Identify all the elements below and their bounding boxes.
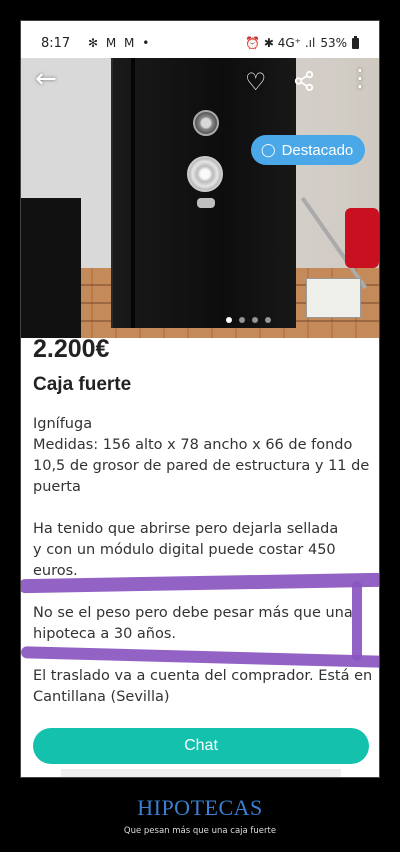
description-paragraph: El traslado va a cuenta del comprador. E…: [33, 666, 373, 708]
description-line: puerta: [33, 479, 81, 495]
carousel-dot[interactable]: [252, 317, 258, 323]
description-paragraph: Ha tenido que abrirse pero dejarla sella…: [33, 519, 373, 582]
caption-title: HIPOTECAS: [137, 795, 263, 820]
description-line: Ha tenido que abrirse pero dejarla sella…: [33, 521, 339, 537]
combination-dial: [187, 156, 223, 192]
heart-icon[interactable]: ♡: [245, 68, 267, 96]
phone-screenshot: 8:17 ✻ M M • ⏰ ✱ 4G⁺ .ıl 53% ← ♡ ⋮ ◯ Des…: [20, 20, 380, 778]
chat-button[interactable]: Chat: [33, 728, 369, 764]
caption-subtitle: Que pesan más que una caja fuerte: [123, 826, 277, 836]
share-icon[interactable]: [293, 70, 315, 92]
cabinet: [21, 198, 81, 338]
carousel-dot[interactable]: [239, 317, 245, 323]
description-line: 10,5 de grosor de pared de estructura y …: [33, 458, 370, 474]
red-bucket: [345, 208, 379, 268]
listing-title: Caja fuerte: [33, 374, 132, 395]
description-line: Medidas: 156 alto x 78 ancho x 66 de fon…: [33, 437, 353, 453]
description-paragraph: No se el peso pero debe pesar más que un…: [33, 603, 373, 645]
description-line: hipoteca a 30 años.: [33, 626, 177, 642]
status-time: 8:17: [41, 36, 71, 51]
listing-description: Ignífuga Medidas: 156 alto x 78 ancho x …: [33, 414, 373, 729]
photo-toolbar: ← ♡ ⋮: [21, 58, 379, 118]
tag-icon: ◯: [261, 142, 276, 157]
listing-price: 2.200€: [33, 335, 110, 363]
battery-percent: 53%: [320, 36, 347, 50]
more-vert-icon[interactable]: ⋮: [348, 66, 372, 90]
white-box: [306, 278, 361, 318]
status-right: ⏰ ✱ 4G⁺ .ıl 53%: [245, 35, 359, 50]
carousel-dots: [226, 317, 271, 323]
featured-badge: ◯ Destacado: [251, 135, 366, 165]
background-objects: [300, 196, 379, 338]
bottom-strip: [61, 769, 341, 777]
description-line: Cantillana (Sevilla): [33, 689, 170, 705]
description-line: y con un módulo digital puede costar 450: [33, 542, 336, 558]
badge-label: Destacado: [281, 141, 354, 159]
carousel-dot[interactable]: [226, 317, 232, 323]
battery-icon: [352, 35, 359, 49]
system-icons: ⏰ ✱ 4G⁺ .ıl: [245, 36, 316, 50]
highlight-stroke: [352, 581, 362, 661]
description-line: El traslado va a cuenta del comprador. E…: [33, 668, 373, 684]
carousel-dot[interactable]: [265, 317, 271, 323]
description-paragraph: Ignífuga Medidas: 156 alto x 78 ancho x …: [33, 414, 373, 498]
description-line: No se el peso pero debe pesar más que un…: [33, 605, 353, 621]
arrow-left-icon[interactable]: ←: [35, 64, 57, 94]
safe-handle: [197, 198, 215, 208]
notification-icons: ✻ M M •: [88, 36, 152, 50]
description-line: Ignífuga: [33, 416, 93, 432]
